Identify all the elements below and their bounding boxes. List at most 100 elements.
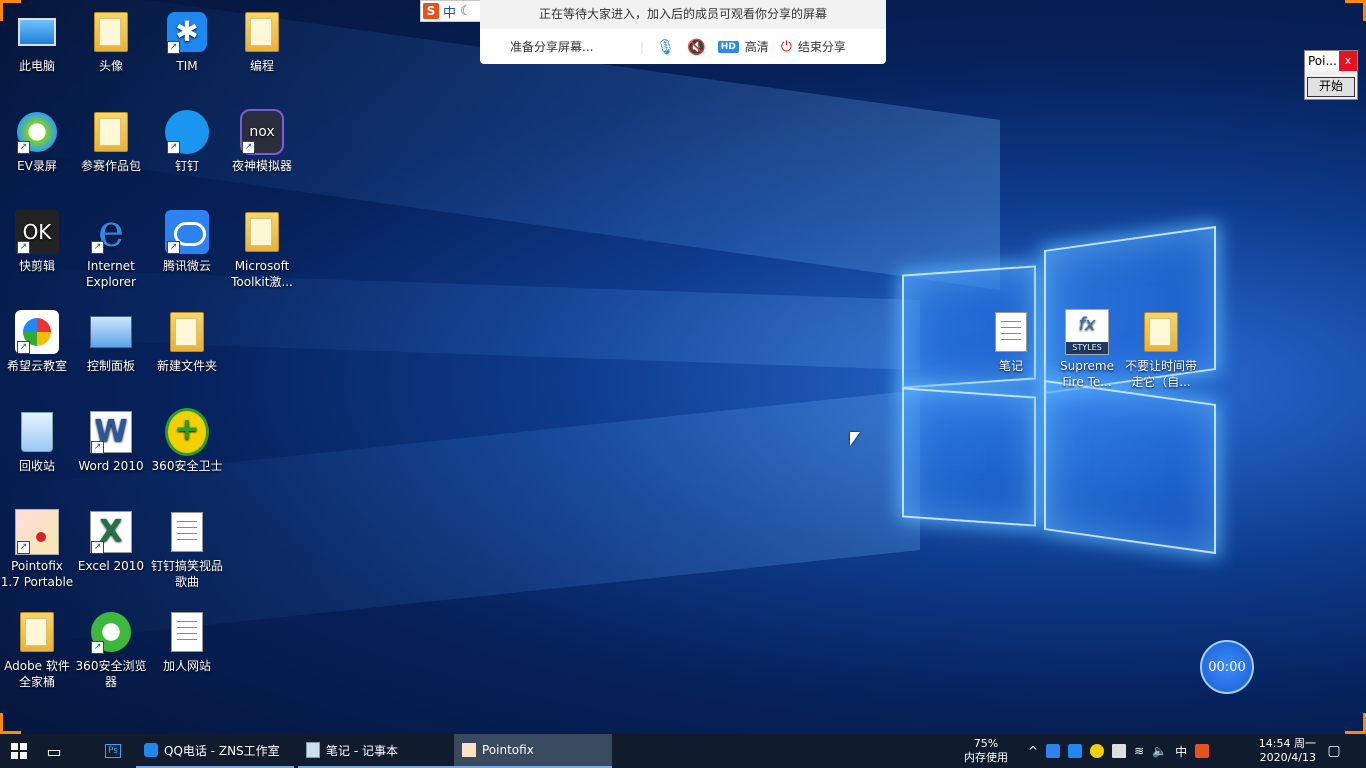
icon-label: Internet Explorer — [86, 259, 136, 289]
360-tray-icon[interactable] — [1090, 744, 1105, 758]
desktop-icon-weiyun[interactable]: ↗ 腾讯微云 — [150, 210, 224, 274]
xiwang-classroom-icon: ↗ — [15, 310, 59, 354]
ime-mode[interactable]: 中 — [443, 2, 456, 21]
icon-label: 笔记 — [998, 359, 1023, 373]
end-share-button[interactable]: ⏻ 结束分享 — [781, 38, 846, 55]
desktop-icon-contest-folder[interactable]: 参赛作品包 — [74, 110, 148, 174]
desktop-icon-adobe-suite[interactable]: Adobe 软件全家桶 — [0, 610, 74, 690]
hd-badge-icon: HD — [717, 40, 739, 53]
icon-label: 新建文件夹 — [156, 359, 217, 373]
volume-icon[interactable]: 🔈 — [1152, 744, 1167, 758]
desktop-icon-ev-recorder[interactable]: ↗ EV录屏 — [0, 110, 74, 174]
divider: | — [640, 39, 645, 54]
wifi-icon[interactable]: ≋ — [1134, 744, 1144, 758]
folder-icon — [240, 210, 284, 254]
desktop-icon-new-folder[interactable]: 新建文件夹 — [150, 310, 224, 374]
desktop-icon-microsoft-toolkit[interactable]: Microsoft Toolkit激... — [225, 210, 299, 290]
icon-label: 钉钉搞笑视品歌曲 — [150, 559, 223, 589]
folder-icon — [165, 310, 209, 354]
icon-label: TIM — [176, 59, 198, 73]
icon-label: Microsoft Toolkit激... — [231, 259, 293, 289]
desktop-icon-excel-2010[interactable]: X ↗ Excel 2010 — [74, 510, 148, 574]
sogou-logo-icon[interactable]: S — [423, 3, 439, 19]
notification-icon[interactable]: ▢ — [1324, 734, 1344, 768]
ime-tray-indicator[interactable]: 中 — [1175, 743, 1187, 760]
desktop-icon-control-panel[interactable]: 控制面板 — [74, 310, 148, 374]
word-icon: W ↗ — [89, 410, 133, 454]
desktop-icon-dingtalk[interactable]: ↗ 钉钉 — [150, 110, 224, 174]
hd-toggle[interactable]: HD 高清 — [717, 38, 769, 55]
battery-icon[interactable] — [1112, 744, 1127, 758]
desktop-icon-dingtalk-video-doc[interactable]: 钉钉搞笑视品歌曲 — [150, 510, 224, 590]
folder-icon — [1139, 310, 1183, 354]
internet-explorer-icon: e ↗ — [89, 210, 133, 254]
windows-start-icon[interactable] — [8, 734, 30, 768]
icon-label: 360安全卫士 — [151, 459, 223, 473]
preparing-share-text: 准备分享屏幕... — [510, 40, 594, 54]
windows-logo-pane — [902, 387, 1036, 527]
notepad-icon — [306, 742, 320, 758]
desktop-icon-this-pc[interactable]: 此电脑 — [0, 10, 74, 74]
icon-label: 加人网站 — [162, 659, 211, 673]
desktop-icon-kuaijianji[interactable]: OK ↗ 快剪辑 — [0, 210, 74, 274]
text-document-icon — [165, 610, 209, 654]
excel-icon: X ↗ — [89, 510, 133, 554]
windows-logo-pane — [1044, 379, 1216, 555]
icon-label: 头像 — [98, 59, 123, 73]
moon-icon[interactable]: ☾ — [460, 4, 472, 19]
fx-styles-icon: fx STYLES — [1065, 309, 1109, 355]
recycle-bin-icon — [15, 410, 59, 454]
mouse-cursor-icon — [850, 432, 860, 446]
desktop-icon-xiwang-classroom[interactable]: ↗ 希望云教室 — [0, 310, 74, 374]
desktop-icon-internet-explorer[interactable]: e ↗ Internet Explorer — [74, 210, 148, 290]
icon-label: 钉钉 — [174, 159, 199, 173]
control-panel-icon — [89, 310, 133, 354]
share-frame-corner — [1345, 713, 1366, 734]
desktop-icon-word-2010[interactable]: W ↗ Word 2010 — [74, 410, 148, 474]
speaker-muted-icon[interactable]: 🔇 — [687, 38, 706, 56]
folder-icon — [89, 10, 133, 54]
sogou-tray-icon[interactable] — [1195, 744, 1210, 758]
clock-time: 14:54 周一 — [1258, 737, 1316, 750]
desktop-icon-avatar-folder[interactable]: 头像 — [74, 10, 148, 74]
ime-toolbar[interactable]: S 中 ☾ — [420, 0, 484, 22]
desktop-icon-tim[interactable]: ✱ ↗ TIM — [150, 10, 224, 74]
desktop-icon-pointofix[interactable]: ↗ Pointofix 1.7 Portable — [0, 509, 74, 590]
text-document-icon — [989, 310, 1033, 354]
screen-share-bar: 正在等待大家进入，加入后的成员可观看你分享的屏幕 准备分享屏幕... | 🎙 🔇… — [480, 0, 886, 64]
tim-tray-icon[interactable] — [1068, 744, 1083, 758]
clock-date: 2020/4/13 — [1259, 751, 1316, 764]
start-button[interactable]: 开始 — [1307, 77, 1355, 97]
close-button[interactable]: x — [1339, 51, 1357, 71]
desktop-icon-nox-emulator[interactable]: nox ↗ 夜神模拟器 — [225, 109, 299, 174]
desktop-icon-360-browser[interactable]: ↗ 360安全浏览器 — [74, 610, 148, 690]
task-qq-call[interactable]: QQ电话 - ZNS工作室 — [136, 734, 294, 768]
microphone-icon[interactable]: 🎙 — [656, 38, 675, 56]
share-frame-corner — [0, 713, 21, 734]
360-browser-icon: ↗ — [89, 610, 133, 654]
chevron-up-icon[interactable]: ^ — [1028, 744, 1038, 758]
weiyun-icon: ↗ — [165, 210, 209, 254]
pointofix-title: Poi... — [1308, 54, 1337, 68]
icon-label: Excel 2010 — [77, 559, 145, 573]
icon-label: Pointofix 1.7 Portable — [0, 559, 74, 589]
photoshop-icon[interactable]: Ps — [104, 734, 122, 768]
desktop-icon-360-safe[interactable]: + 360安全卫士 — [150, 408, 224, 474]
task-notepad[interactable]: 笔记 - 记事本 — [298, 734, 456, 768]
clock[interactable]: 14:54 周一 2020/4/13 — [1248, 734, 1316, 768]
record-timer[interactable]: 00:00 — [1200, 640, 1254, 694]
memory-label: 内存使用 — [964, 751, 1008, 764]
icon-label: 控制面板 — [86, 359, 135, 373]
icon-label: 腾讯微云 — [162, 259, 211, 273]
desktop-icon-time-folder[interactable]: 不要让时间带走它（自... — [1124, 310, 1198, 390]
desktop-icon-programming-folder[interactable]: 编程 — [225, 10, 299, 74]
desktop-icon-supreme-fire[interactable]: fx STYLES Supreme Fire Te... — [1050, 309, 1124, 390]
task-view-icon[interactable]: ▭ — [44, 734, 64, 768]
desktop-icon-join-site-doc[interactable]: 加人网站 — [150, 610, 224, 674]
desktop-icon-recycle-bin[interactable]: 回收站 — [0, 410, 74, 474]
weiyun-tray-icon[interactable] — [1046, 744, 1061, 758]
memory-usage-widget[interactable]: 75% 内存使用 — [956, 734, 1016, 768]
desktop-icon-notes[interactable]: 笔记 — [974, 310, 1048, 374]
icon-label: 此电脑 — [18, 59, 55, 73]
task-pointofix[interactable]: Pointofix — [454, 734, 612, 768]
